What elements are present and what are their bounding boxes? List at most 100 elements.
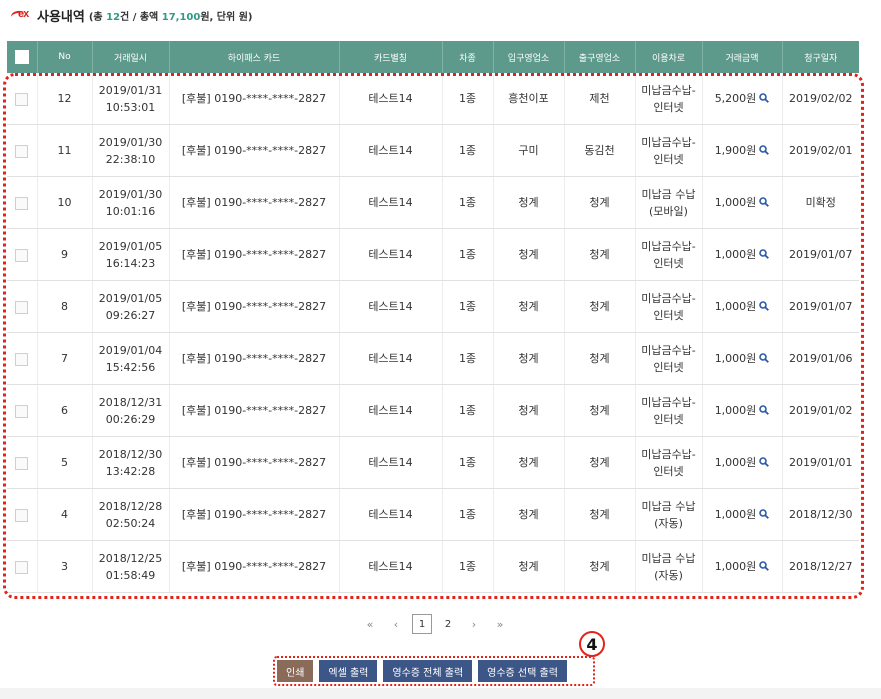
print-button[interactable]: 인쇄 xyxy=(277,660,314,682)
table-row: 7 2019/01/04 15:42:56 [후불] 0190-****-****-2… xyxy=(7,332,859,385)
table-row: 12 2019/01/31 10:53:01 [후불] 0190-****-****-… xyxy=(7,73,859,125)
cell-card: [후불] 0190-****-****-2827 xyxy=(168,73,339,125)
amount-value: 1,000원 xyxy=(714,456,757,469)
cell-lane: 미납금수납- 인터넷 xyxy=(634,384,702,437)
cell-amount: 1,000원 xyxy=(701,280,782,333)
cell-no: 9 xyxy=(36,228,92,281)
print-selected-receipts-button[interactable]: 영수증 선택 출력 xyxy=(478,660,567,682)
cell-amount: 1,000원 xyxy=(701,228,782,281)
cell-no: 3 xyxy=(36,540,92,593)
magnifier-icon[interactable] xyxy=(756,508,770,521)
cell-entry: 청계 xyxy=(492,436,564,489)
select-all-checkbox[interactable] xyxy=(14,50,29,64)
row-checkbox[interactable] xyxy=(15,352,29,366)
row-select-cell[interactable] xyxy=(7,332,37,385)
lane-line-2: 인터넷 xyxy=(653,464,684,478)
cell-lane: 미납금 수납 (자동) xyxy=(634,540,702,593)
cell-entry: 청계 xyxy=(492,176,564,229)
cell-billing-date: 2019/02/01 xyxy=(781,124,859,177)
cell-datetime: 2019/01/30 10:01:16 xyxy=(91,176,169,229)
magnifier-icon[interactable] xyxy=(756,144,770,157)
lane-line-1: 미납금수납- xyxy=(641,83,696,97)
magnifier-icon[interactable] xyxy=(756,248,770,261)
last-page-button[interactable]: » xyxy=(490,614,510,634)
cell-vehicle-type: 1종 xyxy=(441,124,493,177)
cell-card: [후불] 0190-****-****-2827 xyxy=(168,436,339,489)
row-select-cell[interactable] xyxy=(7,124,37,177)
cell-alias: 테스트14 xyxy=(338,540,442,593)
magnifier-icon[interactable] xyxy=(756,92,770,105)
logo-text: ex xyxy=(18,8,29,20)
row-select-cell[interactable] xyxy=(7,540,37,593)
cell-date: 2019/01/04 xyxy=(98,343,163,357)
cell-vehicle-type: 1종 xyxy=(441,280,493,333)
print-all-receipts-button[interactable]: 영수증 전체 출력 xyxy=(383,660,473,682)
row-select-cell[interactable] xyxy=(7,73,37,125)
cell-lane: 미납금수납- 인터넷 xyxy=(634,436,702,489)
table-header-row: No 거래일시 하이패스 카드 카드별칭 차종 입구영업소 출구영업소 이용차로… xyxy=(7,41,859,73)
cell-card: [후불] 0190-****-****-2827 xyxy=(168,384,339,437)
cell-no: 12 xyxy=(36,73,92,125)
usage-summary: (총 12건 / 총액 17,100원, 단위 원) xyxy=(89,8,253,23)
row-select-cell[interactable] xyxy=(7,436,37,489)
row-select-cell[interactable] xyxy=(7,280,37,333)
row-select-cell[interactable] xyxy=(7,228,37,281)
row-checkbox[interactable] xyxy=(15,404,29,418)
cell-vehicle-type: 1종 xyxy=(441,332,493,385)
cell-alias: 테스트14 xyxy=(338,280,442,333)
page-1-button[interactable]: 1 xyxy=(412,614,432,634)
row-select-cell[interactable] xyxy=(7,488,37,541)
cell-exit: 청계 xyxy=(563,228,635,281)
excel-export-button[interactable]: 엑셀 출력 xyxy=(319,660,378,682)
cell-lane: 미납금 수납 (자동) xyxy=(634,488,702,541)
magnifier-icon[interactable] xyxy=(756,300,770,313)
row-checkbox[interactable] xyxy=(15,92,29,106)
table-row: 11 2019/01/30 22:38:10 [후불] 0190-****-****-… xyxy=(7,124,859,177)
magnifier-icon[interactable] xyxy=(756,404,770,417)
page-2-button[interactable]: 2 xyxy=(438,614,458,634)
lane-line-2: (자동) xyxy=(654,516,683,530)
cell-date: 2019/01/05 xyxy=(98,239,163,253)
magnifier-icon[interactable] xyxy=(756,456,770,469)
prev-page-button[interactable]: ‹ xyxy=(386,614,406,634)
cell-time: 22:38:10 xyxy=(105,152,156,166)
row-select-cell[interactable] xyxy=(7,176,37,229)
cell-entry: 청계 xyxy=(492,332,564,385)
magnifier-icon[interactable] xyxy=(756,196,770,209)
amount-value: 1,000원 xyxy=(714,196,757,209)
lane-line-2: 인터넷 xyxy=(653,360,684,374)
usage-table: No 거래일시 하이패스 카드 카드별칭 차종 입구영업소 출구영업소 이용차로… xyxy=(7,41,859,593)
lane-line-2: 인터넷 xyxy=(653,152,684,166)
magnifier-icon[interactable] xyxy=(756,352,770,365)
col-header: 이용차로 xyxy=(634,41,702,73)
page-header: ex 사용내역 (총 12건 / 총액 17,100원, 단위 원) xyxy=(10,5,253,25)
cell-no: 4 xyxy=(36,488,92,541)
col-header: 출구영업소 xyxy=(563,41,635,73)
row-checkbox[interactable] xyxy=(15,196,29,210)
row-checkbox[interactable] xyxy=(15,456,29,470)
cell-vehicle-type: 1종 xyxy=(441,73,493,125)
row-checkbox[interactable] xyxy=(15,560,29,574)
cell-datetime: 2018/12/28 02:50:24 xyxy=(91,488,169,541)
row-checkbox[interactable] xyxy=(15,248,29,262)
cell-no: 10 xyxy=(36,176,92,229)
first-page-button[interactable]: « xyxy=(360,614,380,634)
next-page-button[interactable]: › xyxy=(464,614,484,634)
row-checkbox[interactable] xyxy=(15,144,29,158)
cell-amount: 5,200원 xyxy=(701,73,782,125)
cell-lane: 미납금수납- 인터넷 xyxy=(634,280,702,333)
summary-post: 원, 단위 원) xyxy=(200,11,253,23)
lane-line-1: 미납금수납- xyxy=(641,447,696,461)
table-row: 5 2018/12/30 13:42:28 [후불] 0190-****-****-2… xyxy=(7,436,859,489)
cell-billing-date: 미확정 xyxy=(781,176,859,229)
row-checkbox[interactable] xyxy=(15,508,29,522)
magnifier-icon[interactable] xyxy=(756,560,770,573)
row-select-cell[interactable] xyxy=(7,384,37,437)
cell-time: 00:26:29 xyxy=(105,412,156,426)
cell-amount: 1,000원 xyxy=(701,436,782,489)
row-checkbox[interactable] xyxy=(15,300,29,314)
cell-billing-date: 2019/01/06 xyxy=(781,332,859,385)
cell-date: 2019/01/30 xyxy=(98,187,163,201)
header-select-all[interactable] xyxy=(7,41,37,73)
cell-card: [후불] 0190-****-****-2827 xyxy=(168,488,339,541)
